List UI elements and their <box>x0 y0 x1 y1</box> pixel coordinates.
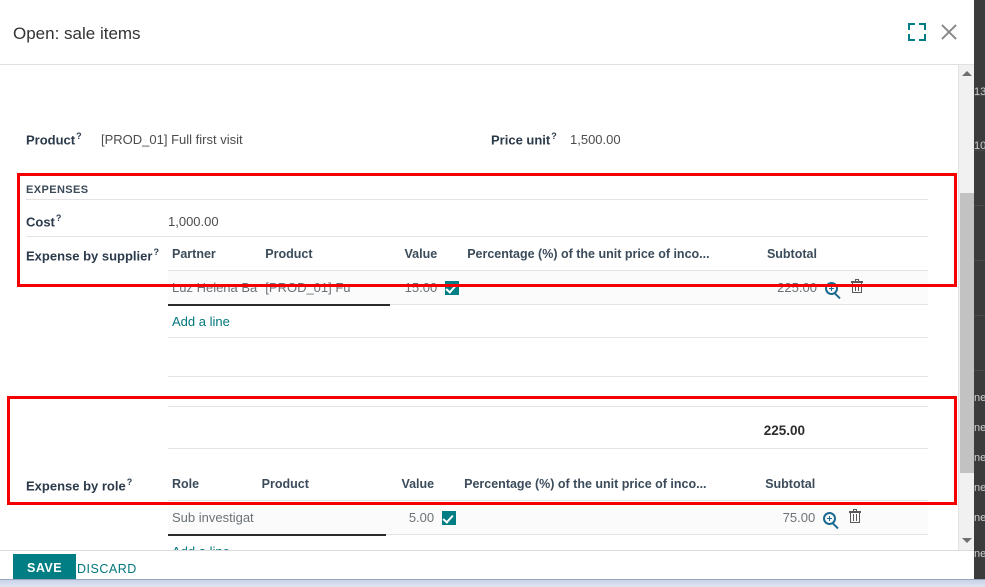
cell-subtotal: 75.00 <box>759 500 820 535</box>
expense-by-supplier-total: 225.00 <box>763 423 805 438</box>
column-header-subtotal[interactable]: Subtotal <box>759 473 820 501</box>
expenses-section-title: EXPENSES <box>26 184 89 196</box>
expense-by-supplier-table: Partner Product Value Percentage (%) of … <box>168 243 928 338</box>
dialog-header-actions <box>908 21 960 43</box>
column-header-open <box>819 473 846 501</box>
add-line-cell[interactable]: Add a line <box>168 534 928 550</box>
checkbox-checked-icon[interactable] <box>442 511 457 526</box>
modal-header: Open: sale items <box>0 3 974 65</box>
discard-button[interactable]: DISCARD <box>71 561 143 577</box>
background-text-0: 13 <box>974 86 985 98</box>
cost-label: Cost? <box>26 213 62 230</box>
cost-help-icon[interactable]: ? <box>56 213 62 223</box>
table-row[interactable]: Luz Helena Ba [PROD_01] Fu 15.00 225.00 <box>168 270 928 306</box>
expense-by-supplier-label: Expense by supplier? <box>26 247 159 264</box>
table-row[interactable]: Sub investigat 5.00 75.00 <box>168 500 928 536</box>
column-header-value[interactable]: Value <box>386 473 439 501</box>
background-text-6: ne <box>974 512 985 524</box>
add-line-row[interactable]: Add a line <box>168 534 928 550</box>
column-header-role[interactable]: Role <box>168 473 258 501</box>
column-header-percentage[interactable]: Percentage (%) of the unit price of inco… <box>463 243 762 271</box>
cell-role[interactable]: Sub investigat <box>168 500 258 536</box>
product-label: Product? <box>26 131 82 148</box>
filler-divider-2 <box>168 406 928 407</box>
column-header-spacer <box>438 473 461 501</box>
modal-footer: SAVE DISCARD <box>0 550 974 579</box>
cell-subtotal: 225.00 <box>761 270 821 305</box>
add-a-line-link[interactable]: Add a line <box>172 314 230 329</box>
column-header-value[interactable]: Value <box>389 243 442 271</box>
table-header-row: Role Product Value Percentage (%) of the… <box>168 473 928 501</box>
expense-by-role-help-icon[interactable]: ? <box>127 477 133 487</box>
save-button[interactable]: SAVE <box>13 554 77 579</box>
expense-by-role-table: Role Product Value Percentage (%) of the… <box>168 473 928 550</box>
expense-by-role-label: Expense by role? <box>26 477 133 494</box>
modal-body: Product? [PROD_01] Full first visit Pric… <box>0 65 974 550</box>
product-value[interactable]: [PROD_01] Full first visit <box>101 132 243 147</box>
expand-icon[interactable] <box>908 23 926 41</box>
magnifier-plus-icon[interactable] <box>823 512 837 526</box>
column-header-product[interactable]: Product <box>261 243 390 271</box>
column-header-delete <box>846 243 928 271</box>
column-header-spacer <box>441 243 464 271</box>
dialog-title: Open: sale items <box>13 24 141 43</box>
cell-open-action[interactable] <box>819 500 846 535</box>
cost-value[interactable]: 1,000.00 <box>168 214 219 229</box>
column-header-product[interactable]: Product <box>257 473 387 501</box>
cell-value[interactable]: 15.00 <box>389 270 442 305</box>
cell-percentage[interactable] <box>463 270 762 305</box>
cell-delete-action[interactable] <box>845 500 928 535</box>
cell-percentage[interactable] <box>460 500 760 535</box>
add-line-cell[interactable]: Add a line <box>168 304 928 338</box>
cell-partner[interactable]: Luz Helena Ba <box>168 270 262 306</box>
price-unit-value[interactable]: 1,500.00 <box>570 132 621 147</box>
expenses-section-divider <box>26 199 928 200</box>
magnifier-plus-icon[interactable] <box>824 282 838 296</box>
cell-product[interactable] <box>257 500 387 536</box>
scroll-down-arrow-icon[interactable] <box>962 536 972 546</box>
background-text-5: ne <box>974 482 985 494</box>
cell-percentage-checkbox[interactable] <box>441 270 464 305</box>
column-header-partner[interactable]: Partner <box>168 243 262 271</box>
cell-value[interactable]: 5.00 <box>386 500 439 535</box>
background-text-1: 10 <box>974 140 985 152</box>
column-header-subtotal[interactable]: Subtotal <box>761 243 821 271</box>
column-header-delete <box>845 473 928 501</box>
trash-icon[interactable] <box>849 509 862 523</box>
cell-delete-action[interactable] <box>846 270 928 305</box>
vertical-scrollbar[interactable] <box>958 65 974 550</box>
form-content: Product? [PROD_01] Full first visit Pric… <box>0 65 958 550</box>
scrollbar-thumb[interactable] <box>960 193 974 473</box>
screen: 13 10 ne ne ne ne ne ne Open: sale items… <box>0 0 985 587</box>
close-icon[interactable] <box>938 21 960 43</box>
price-unit-help-icon[interactable]: ? <box>551 131 557 141</box>
filler-divider-1 <box>168 376 928 377</box>
taskbar <box>0 579 985 587</box>
checkbox-checked-icon[interactable] <box>445 281 460 296</box>
background-text-7: ne <box>974 548 985 560</box>
table-header-row: Partner Product Value Percentage (%) of … <box>168 243 928 271</box>
price-unit-label: Price unit? <box>491 131 557 148</box>
background-text-3: ne <box>974 422 985 434</box>
expense-by-supplier-help-icon[interactable]: ? <box>153 247 159 257</box>
cell-open-action[interactable] <box>820 270 847 305</box>
background-text-2: ne <box>974 392 985 404</box>
background-text-4: ne <box>974 452 985 464</box>
cell-product[interactable]: [PROD_01] Fu <box>261 270 390 306</box>
cell-percentage-checkbox[interactable] <box>438 500 461 535</box>
modal-dialog: Open: sale items Product? [PROD_01] Full… <box>0 0 974 579</box>
column-header-percentage[interactable]: Percentage (%) of the unit price of inco… <box>460 473 760 501</box>
filler-divider-3 <box>168 448 928 449</box>
product-help-icon[interactable]: ? <box>76 131 82 141</box>
column-header-open <box>820 243 847 271</box>
scroll-up-arrow-icon[interactable] <box>962 69 972 79</box>
trash-icon[interactable] <box>850 279 863 293</box>
add-line-row[interactable]: Add a line <box>168 304 928 338</box>
cost-divider <box>26 236 928 237</box>
